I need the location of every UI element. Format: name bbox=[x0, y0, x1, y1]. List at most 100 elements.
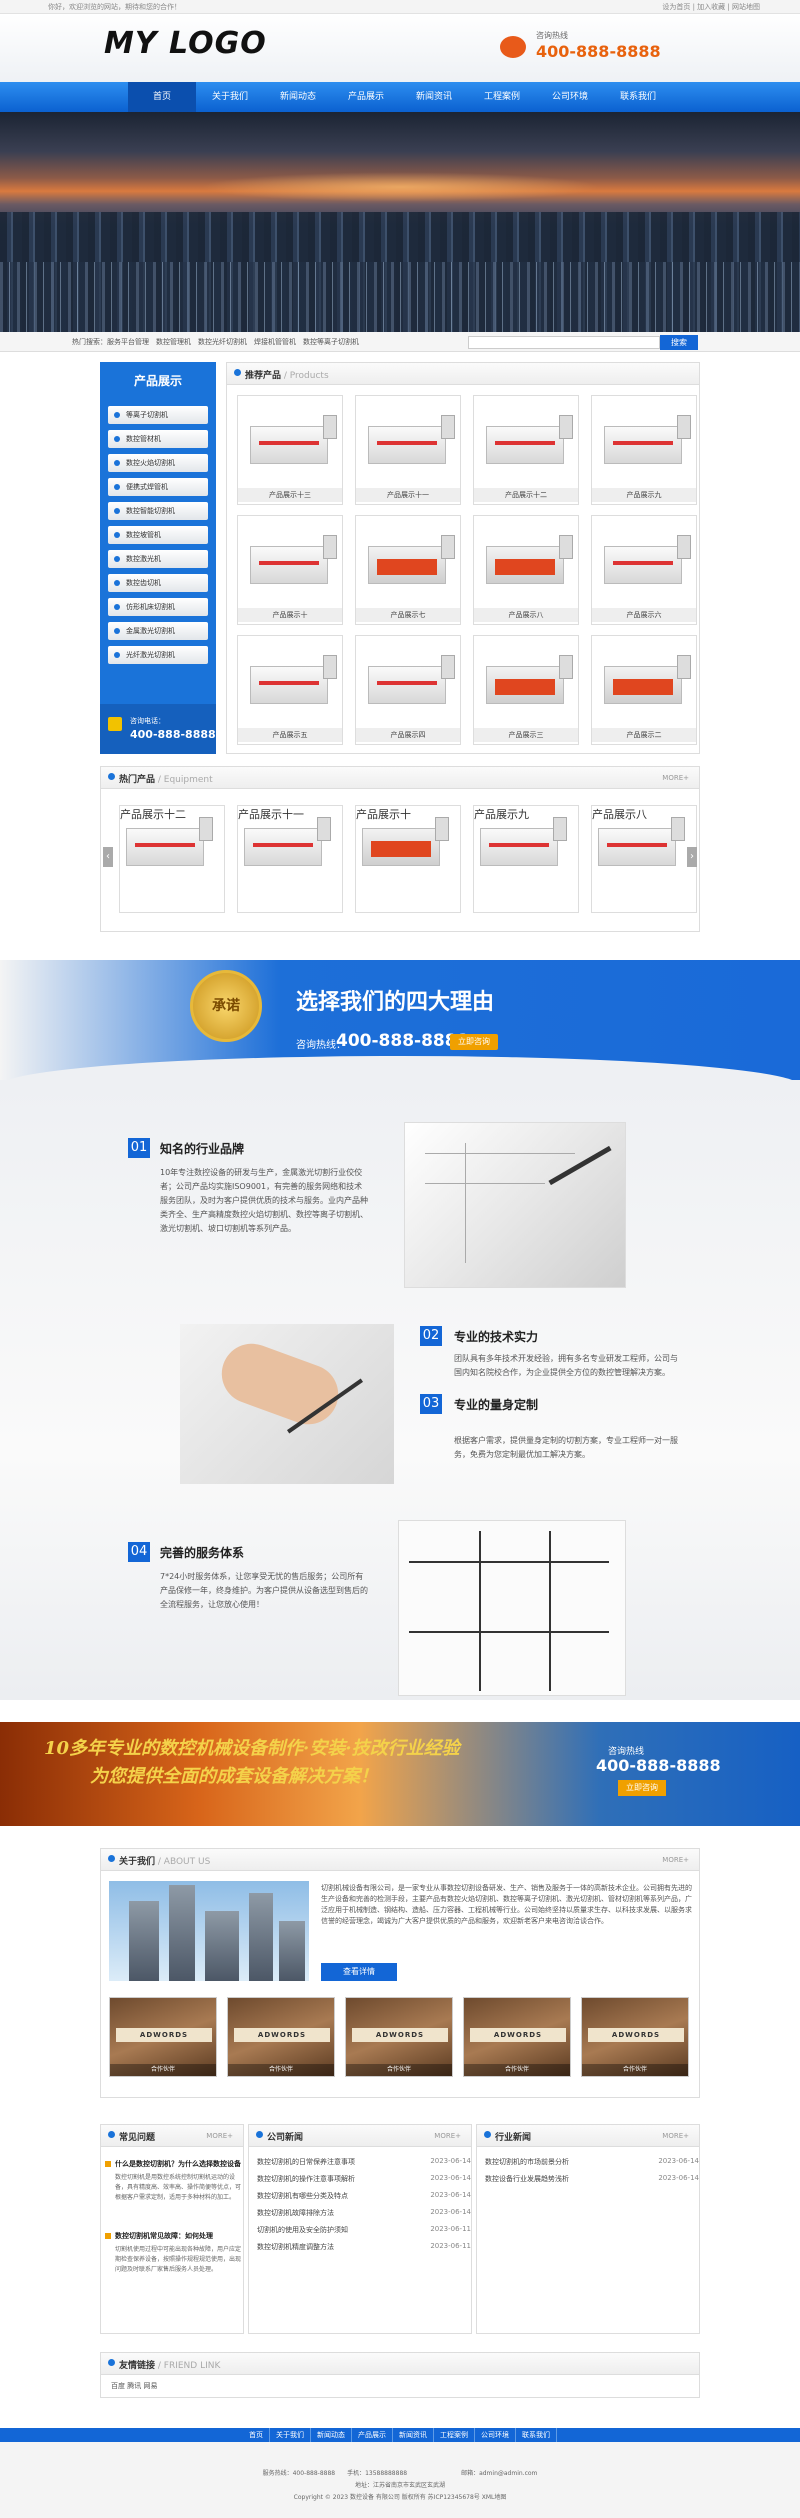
news-title[interactable]: 数控切割机有哪些分类及特点 bbox=[257, 2192, 348, 2200]
hot-search-label[interactable]: 热门搜索：服务平台管理 数控管理机 数控光纤切割机 焊接机管管机 数控等离子切割… bbox=[72, 337, 359, 347]
product-caption[interactable]: 产品展示八 bbox=[474, 608, 578, 622]
link-items[interactable]: 百度 腾讯 网易 bbox=[111, 2381, 157, 2391]
sidebar-item[interactable]: 金属激光切割机 bbox=[108, 622, 208, 640]
search-button[interactable]: 搜索 bbox=[660, 335, 698, 350]
nav-item[interactable]: 新闻资讯 bbox=[400, 82, 468, 112]
gallery-item[interactable]: ADWORDS 合作伙伴 bbox=[345, 1997, 453, 2077]
industry-news-more[interactable]: MORE+ bbox=[662, 2132, 689, 2140]
news-title[interactable]: 数控切割机的市场前景分析 bbox=[485, 2158, 569, 2166]
faq-more-link[interactable]: MORE+ bbox=[206, 2132, 233, 2140]
control-panel bbox=[323, 655, 337, 679]
product-card[interactable]: 产品展示十一 bbox=[355, 395, 461, 505]
hot-product-card[interactable]: 产品展示十一 bbox=[237, 805, 343, 913]
hot-more-link[interactable]: MORE+ bbox=[662, 774, 689, 782]
view-details-button[interactable]: 查看详情 bbox=[321, 1963, 397, 1981]
promo-consult-button[interactable]: 立即咨询 bbox=[618, 1780, 666, 1796]
news-title[interactable]: 数控切割机精度调整方法 bbox=[257, 2243, 334, 2251]
product-card[interactable]: 产品展示八 bbox=[473, 515, 579, 625]
news-row[interactable]: 切割机的使用及安全防护须知 2023-06-11 bbox=[257, 2225, 471, 2235]
nav-item[interactable]: 公司环境 bbox=[536, 82, 604, 112]
product-caption[interactable]: 产品展示十二 bbox=[474, 488, 578, 502]
gallery-item[interactable]: ADWORDS 合作伙伴 bbox=[463, 1997, 571, 2077]
product-caption[interactable]: 产品展示四 bbox=[356, 728, 460, 742]
product-caption[interactable]: 产品展示三 bbox=[474, 728, 578, 742]
product-card[interactable]: 产品展示二 bbox=[591, 635, 697, 745]
gallery-item[interactable]: ADWORDS 合作伙伴 bbox=[581, 1997, 689, 2077]
company-news-more[interactable]: MORE+ bbox=[434, 2132, 461, 2140]
site-logo[interactable]: MY LOGO bbox=[104, 26, 267, 61]
footer-nav-item[interactable]: 关于我们 bbox=[270, 2428, 311, 2442]
news-row[interactable]: 数控切割机故障排除方法 2023-06-14 bbox=[257, 2208, 471, 2218]
control-panel bbox=[317, 817, 331, 841]
news-row[interactable]: 数控切割机的日常保养注意事项 2023-06-14 bbox=[257, 2157, 471, 2167]
hot-product-card[interactable]: 产品展示九 bbox=[473, 805, 579, 913]
product-card[interactable]: 产品展示七 bbox=[355, 515, 461, 625]
consult-button[interactable]: 立即咨询 bbox=[450, 1034, 498, 1050]
sidebar-item[interactable]: 数控激光机 bbox=[108, 550, 208, 568]
sidebar-item[interactable]: 等离子切割机 bbox=[108, 406, 208, 424]
gallery-word: ADWORDS bbox=[470, 2028, 566, 2042]
news-row[interactable]: 数控设备行业发展趋势浅析 2023-06-14 bbox=[485, 2174, 699, 2184]
hot-product-card[interactable]: 产品展示十二 bbox=[119, 805, 225, 913]
footer-nav-item[interactable]: 首页 bbox=[243, 2428, 270, 2442]
product-card[interactable]: 产品展示三 bbox=[473, 635, 579, 745]
news-row[interactable]: 数控切割机精度调整方法 2023-06-11 bbox=[257, 2242, 471, 2252]
footer-nav-item[interactable]: 产品展示 bbox=[352, 2428, 393, 2442]
news-title[interactable]: 数控切割机的日常保养注意事项 bbox=[257, 2158, 355, 2166]
news-row[interactable]: 数控切割机的操作注意事项解析 2023-06-14 bbox=[257, 2174, 471, 2184]
control-panel bbox=[323, 415, 337, 439]
product-caption[interactable]: 产品展示二 bbox=[592, 728, 696, 742]
sidebar-item[interactable]: 数控管材机 bbox=[108, 430, 208, 448]
footer-nav-item[interactable]: 新闻资讯 bbox=[393, 2428, 434, 2442]
nav-item[interactable]: 新闻动态 bbox=[264, 82, 332, 112]
search-input[interactable] bbox=[468, 336, 660, 349]
sidebar-item[interactable]: 数控智能切割机 bbox=[108, 502, 208, 520]
faq-question[interactable]: 数控切割机常见故障：如何处理 bbox=[115, 2231, 241, 2241]
nav-item[interactable]: 首页 bbox=[128, 82, 196, 112]
product-caption[interactable]: 产品展示十三 bbox=[238, 488, 342, 502]
hot-product-card[interactable]: 产品展示八 bbox=[591, 805, 697, 913]
footer-nav-item[interactable]: 工程案例 bbox=[434, 2428, 475, 2442]
product-card[interactable]: 产品展示六 bbox=[591, 515, 697, 625]
nav-item[interactable]: 联系我们 bbox=[604, 82, 672, 112]
sidebar-item[interactable]: 便携式焊管机 bbox=[108, 478, 208, 496]
product-caption[interactable]: 产品展示九 bbox=[592, 488, 696, 502]
product-caption[interactable]: 产品展示十 bbox=[238, 608, 342, 622]
top-links[interactable]: 设为首页 | 加入收藏 | 网站地图 bbox=[662, 2, 760, 12]
sidebar-item[interactable]: 仿形机床切割机 bbox=[108, 598, 208, 616]
news-title[interactable]: 切割机的使用及安全防护须知 bbox=[257, 2226, 348, 2234]
news-title[interactable]: 数控切割机故障排除方法 bbox=[257, 2209, 334, 2217]
product-caption[interactable]: 产品展示七 bbox=[356, 608, 460, 622]
product-card[interactable]: 产品展示四 bbox=[355, 635, 461, 745]
news-title[interactable]: 数控设备行业发展趋势浅析 bbox=[485, 2175, 569, 2183]
product-card[interactable]: 产品展示十 bbox=[237, 515, 343, 625]
about-more-link[interactable]: MORE+ bbox=[662, 1856, 689, 1864]
nav-item[interactable]: 工程案例 bbox=[468, 82, 536, 112]
faq-question[interactable]: 什么是数控切割机？为什么选择数控设备 bbox=[115, 2159, 241, 2169]
footer-nav-item[interactable]: 联系我们 bbox=[516, 2428, 557, 2442]
product-caption[interactable]: 产品展示十一 bbox=[356, 488, 460, 502]
product-card[interactable]: 产品展示五 bbox=[237, 635, 343, 745]
news-title[interactable]: 数控切割机的操作注意事项解析 bbox=[257, 2175, 355, 2183]
product-card[interactable]: 产品展示十二 bbox=[473, 395, 579, 505]
next-arrow-icon[interactable]: › bbox=[687, 847, 697, 867]
footer-nav-item[interactable]: 公司环境 bbox=[475, 2428, 516, 2442]
gallery-item[interactable]: ADWORDS 合作伙伴 bbox=[227, 1997, 335, 2077]
product-card[interactable]: 产品展示十三 bbox=[237, 395, 343, 505]
news-row[interactable]: 数控切割机有哪些分类及特点 2023-06-14 bbox=[257, 2191, 471, 2201]
footer-nav-item[interactable]: 新闻动态 bbox=[311, 2428, 352, 2442]
gallery-item[interactable]: ADWORDS 合作伙伴 bbox=[109, 1997, 217, 2077]
product-card[interactable]: 产品展示九 bbox=[591, 395, 697, 505]
product-caption[interactable]: 产品展示六 bbox=[592, 608, 696, 622]
sidebar-item[interactable]: 光纤激光切割机 bbox=[108, 646, 208, 664]
sidebar-item[interactable]: 数控坡管机 bbox=[108, 526, 208, 544]
sidebar-item[interactable]: 数控火焰切割机 bbox=[108, 454, 208, 472]
product-caption[interactable]: 产品展示五 bbox=[238, 728, 342, 742]
sidebar-item[interactable]: 数控齿切机 bbox=[108, 574, 208, 592]
hot-product-card[interactable]: 产品展示十 bbox=[355, 805, 461, 913]
prev-arrow-icon[interactable]: ‹ bbox=[103, 847, 113, 867]
footer-address: 地址：江苏省南京市玄武区玄武湖 bbox=[354, 2482, 445, 2489]
nav-item[interactable]: 关于我们 bbox=[196, 82, 264, 112]
nav-item[interactable]: 产品展示 bbox=[332, 82, 400, 112]
news-row[interactable]: 数控切割机的市场前景分析 2023-06-14 bbox=[485, 2157, 699, 2167]
